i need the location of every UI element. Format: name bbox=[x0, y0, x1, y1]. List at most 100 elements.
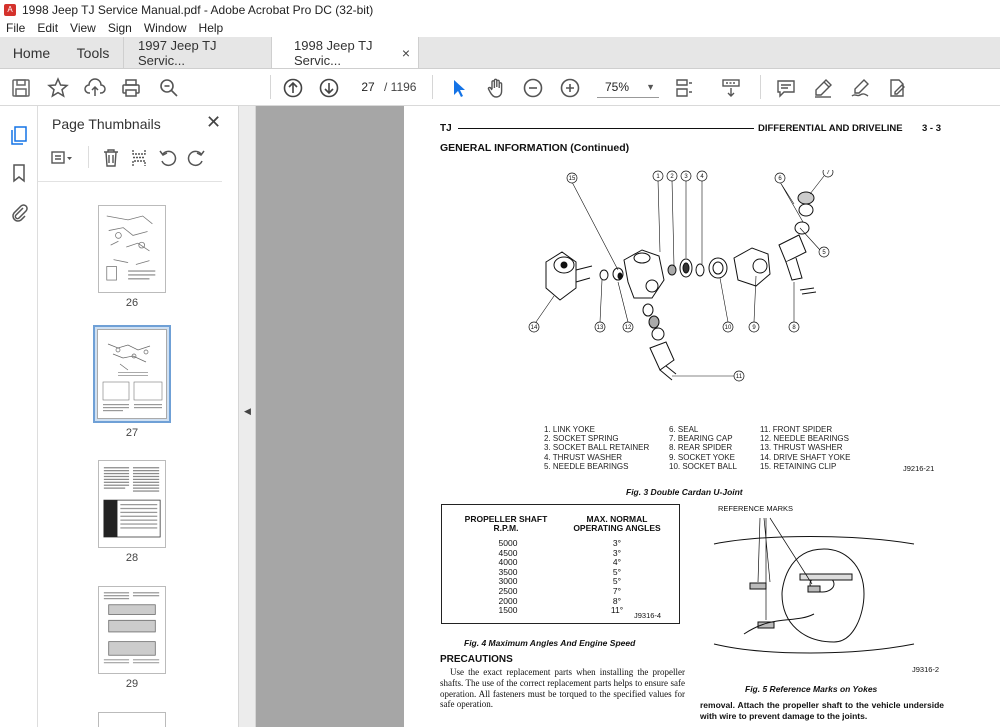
star-icon[interactable] bbox=[47, 77, 69, 99]
toolbar-separator bbox=[270, 75, 271, 99]
sign-icon[interactable] bbox=[849, 77, 871, 99]
thumbnail-list: 26 27 28 29 bbox=[38, 181, 222, 727]
select-cursor-icon[interactable] bbox=[447, 77, 469, 99]
hand-tool-icon[interactable] bbox=[485, 77, 507, 99]
thumbnail-page-30[interactable] bbox=[98, 712, 166, 727]
page-thumbnails-icon[interactable] bbox=[8, 124, 30, 146]
zoom-search-icon[interactable] bbox=[158, 77, 180, 99]
thumbnail-label: 26 bbox=[125, 297, 139, 309]
fill-sign-icon[interactable] bbox=[886, 77, 908, 99]
tab-tools[interactable]: Tools bbox=[63, 37, 123, 68]
fig3-code: J9216-21 bbox=[903, 464, 935, 473]
previous-page-icon[interactable] bbox=[282, 77, 304, 99]
fig3-ujoint-drawing: 15 1 2 3 4 6 7 5 8 9 10 11 12 13 14 bbox=[528, 170, 834, 382]
right-column-text: removal. Attach the propeller shaft to t… bbox=[700, 700, 944, 721]
menu-view[interactable]: View bbox=[70, 21, 96, 35]
fig3-legend-col3: 11. FRONT SPIDER 12. NEEDLE BEARINGS 13.… bbox=[760, 425, 851, 471]
angles-table: PROPELLER SHAFT R.P.M. MAX. NORMAL OPERA… bbox=[441, 504, 680, 624]
table-code: J9316-4 bbox=[634, 611, 662, 620]
toolbar-separator bbox=[760, 75, 761, 99]
menu-bar: File Edit View Sign Window Help bbox=[0, 19, 1000, 37]
thumbnail-page-28[interactable] bbox=[98, 460, 166, 548]
tab-home[interactable]: Home bbox=[0, 37, 63, 68]
table-cell: 1500 bbox=[498, 605, 518, 616]
fig5-caption: Fig. 5 Reference Marks on Yokes bbox=[745, 684, 878, 694]
document-viewer[interactable]: TJ DIFFERENTIAL AND DRIVELINE 3 - 3 GENE… bbox=[256, 106, 1000, 727]
header-rule bbox=[458, 128, 754, 129]
page-count: / 1196 bbox=[384, 80, 417, 94]
callout-14: 14 bbox=[531, 325, 538, 331]
callout-11: 11 bbox=[736, 374, 743, 380]
rotate-clockwise-icon[interactable] bbox=[186, 148, 206, 171]
thumbnail-label: 28 bbox=[125, 552, 139, 564]
section-title: GENERAL INFORMATION (Continued) bbox=[440, 142, 630, 154]
menu-file[interactable]: File bbox=[6, 21, 25, 35]
table-angle-column: 3° 3° 4° 5° 5° 7° 8° 11° bbox=[602, 538, 632, 616]
panel-splitter[interactable]: ◀ bbox=[238, 106, 256, 727]
menu-edit[interactable]: Edit bbox=[37, 21, 58, 35]
callout-15: 15 bbox=[569, 176, 576, 182]
menu-help[interactable]: Help bbox=[199, 21, 224, 35]
zoom-out-icon[interactable] bbox=[522, 77, 544, 99]
highlight-pen-icon[interactable] bbox=[812, 77, 834, 99]
fig4-caption: Fig. 4 Maximum Angles And Engine Speed bbox=[464, 638, 636, 648]
zoom-in-icon[interactable] bbox=[559, 77, 581, 99]
header-right: DIFFERENTIAL AND DRIVELINE bbox=[758, 123, 903, 134]
zoom-level-value: 75% bbox=[605, 80, 630, 94]
scroll-mode-icon[interactable] bbox=[720, 77, 742, 99]
page-number-input[interactable]: 27 bbox=[356, 76, 380, 98]
thumbnail-page-29[interactable] bbox=[98, 586, 166, 674]
toolbar-separator bbox=[432, 75, 433, 99]
toolbar-separator bbox=[88, 146, 89, 168]
print-icon[interactable] bbox=[120, 77, 142, 99]
comment-icon[interactable] bbox=[775, 77, 797, 99]
zoom-level-select[interactable]: 75% ▼ bbox=[597, 76, 659, 98]
left-navigation-rail bbox=[0, 106, 38, 727]
close-icon[interactable]: ✕ bbox=[206, 112, 221, 133]
thumbnails-panel: Page Thumbnails ✕ 26 27 28 29 bbox=[38, 106, 272, 727]
rotate-counterclockwise-icon[interactable] bbox=[158, 148, 178, 171]
fig5-label: REFERENCE MARKS bbox=[718, 504, 794, 513]
pdf-page: TJ DIFFERENTIAL AND DRIVELINE 3 - 3 GENE… bbox=[404, 106, 1000, 727]
panel-heading: Page Thumbnails bbox=[52, 116, 161, 132]
tab-document-1997[interactable]: 1997 Jeep TJ Servic... bbox=[123, 37, 271, 68]
precautions-text: Use the exact replacement parts when ins… bbox=[440, 667, 685, 710]
precautions-title: PRECAUTIONS bbox=[440, 654, 513, 665]
fig3-legend-col2: 6. SEAL 7. BEARING CAP 8. REAR SPIDER 9.… bbox=[669, 425, 737, 471]
table-rpm-column: 5000 4500 4000 3500 3000 2500 2000 1500 bbox=[488, 538, 528, 616]
fig5-yokes-drawing bbox=[713, 517, 915, 654]
tab-bar: Home Tools 1997 Jeep TJ Servic... 1998 J… bbox=[0, 37, 1000, 69]
chevron-down-icon: ▼ bbox=[646, 82, 655, 92]
thumbnail-page-27[interactable] bbox=[93, 325, 171, 423]
menu-window[interactable]: Window bbox=[144, 21, 187, 35]
attachment-icon[interactable] bbox=[8, 201, 30, 223]
menu-sign[interactable]: Sign bbox=[108, 21, 132, 35]
title-bar: A 1998 Jeep TJ Service Manual.pdf - Adob… bbox=[0, 0, 1000, 19]
tab-close-icon[interactable]: × bbox=[402, 45, 410, 61]
insert-page-icon[interactable] bbox=[130, 148, 148, 171]
acrobat-icon: A bbox=[4, 3, 16, 16]
save-icon[interactable] bbox=[10, 77, 32, 99]
thumbnail-page-26[interactable] bbox=[98, 205, 166, 293]
fig3-legend-col1: 1. LINK YOKE 2. SOCKET SPRING 3. SOCKET … bbox=[544, 425, 650, 471]
bookmark-icon[interactable] bbox=[8, 162, 30, 184]
window-title: 1998 Jeep TJ Service Manual.pdf - Adobe … bbox=[22, 2, 374, 17]
options-menu-icon[interactable] bbox=[50, 148, 72, 168]
toolbar: 27 / 1196 75% ▼ bbox=[0, 69, 1000, 106]
callout-10: 10 bbox=[725, 325, 732, 331]
collapse-panel-icon[interactable]: ◀ bbox=[244, 406, 251, 417]
table-cell: 11° bbox=[610, 605, 624, 616]
cloud-upload-icon[interactable] bbox=[84, 77, 106, 99]
fig5-code: J9316-2 bbox=[912, 665, 940, 674]
fig3-caption: Fig. 3 Double Cardan U-Joint bbox=[626, 487, 743, 497]
thumbnail-tools bbox=[50, 146, 230, 170]
delete-page-icon[interactable] bbox=[102, 148, 120, 171]
header-left: TJ bbox=[440, 123, 452, 134]
thumbnail-label: 27 bbox=[125, 427, 139, 439]
tab-document-1998-label: 1998 Jeep TJ Servic... bbox=[294, 37, 373, 68]
table-header-rpm: PROPELLER SHAFT R.P.M. bbox=[464, 514, 548, 533]
next-page-icon[interactable] bbox=[318, 77, 340, 99]
tab-document-1998[interactable]: 1998 Jeep TJ Servic... × bbox=[271, 37, 419, 68]
page-display-icon[interactable] bbox=[673, 77, 695, 99]
table-header-angles: MAX. NORMAL OPERATING ANGLES bbox=[573, 514, 661, 533]
